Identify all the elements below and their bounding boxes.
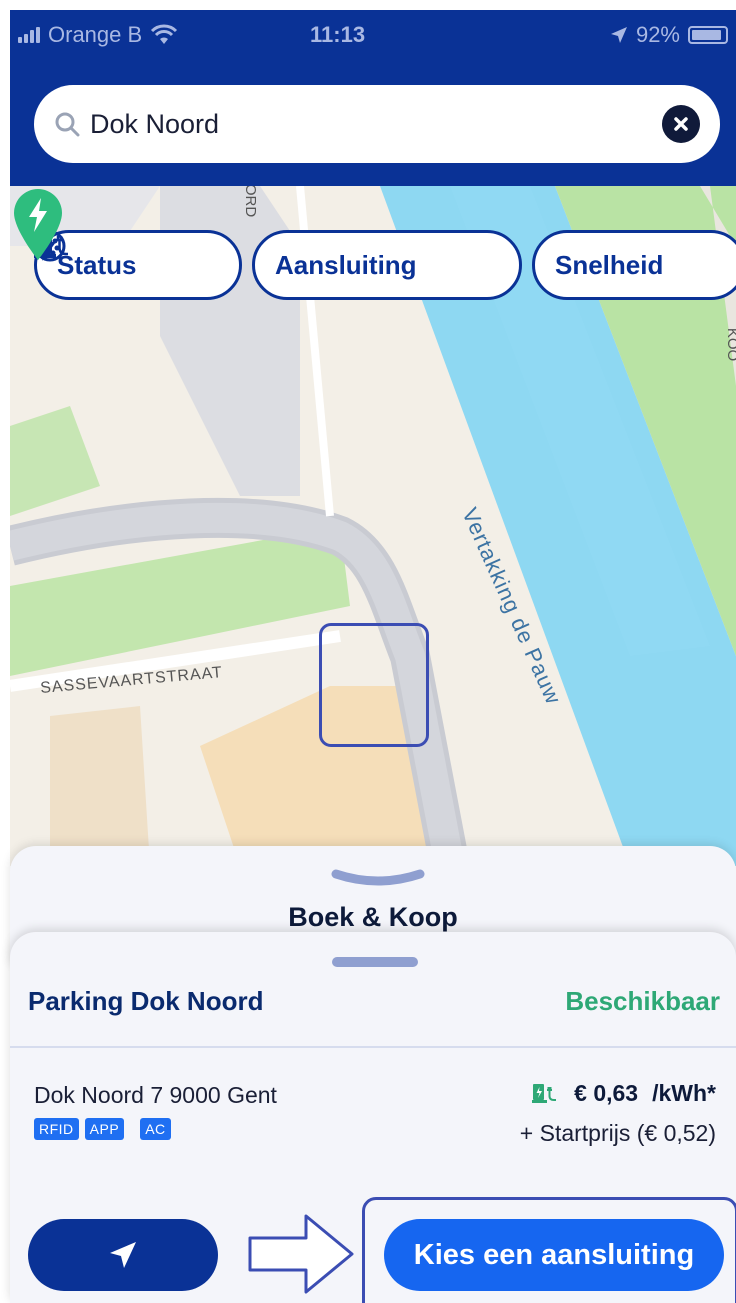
status-bar-right: 92% bbox=[610, 22, 728, 48]
map-view[interactable]: Vertakking de Pauw SASSEVAARTSTRAAT ORD … bbox=[10, 186, 736, 866]
arrow-right-icon bbox=[248, 1214, 354, 1294]
charger-price-icon bbox=[532, 1083, 557, 1103]
battery-icon bbox=[688, 26, 728, 44]
filter-chip-snelheid[interactable]: Snelheid bbox=[36, 230, 736, 300]
marker-highlight-box bbox=[319, 623, 429, 747]
station-address: Dok Noord 7 9000 Gent bbox=[34, 1082, 277, 1108]
filter-chip-label: Aansluiting bbox=[275, 249, 417, 280]
wifi-icon bbox=[151, 24, 178, 44]
navigation-arrow-icon bbox=[110, 1242, 136, 1268]
app-header: Orange B 11:13 92% bbox=[10, 10, 736, 186]
sheet-drag-handle[interactable] bbox=[332, 957, 418, 967]
station-detail-sheet: Parking Dok Noord Beschikbaar Dok Noord … bbox=[10, 932, 736, 1303]
charging-station-marker-icon[interactable] bbox=[10, 186, 66, 262]
search-input[interactable] bbox=[90, 108, 662, 140]
availability-status: Beschikbaar bbox=[565, 986, 720, 1016]
booking-sheet-title: Boek & Koop bbox=[288, 902, 458, 932]
navigate-button[interactable] bbox=[28, 1219, 218, 1291]
search-bar[interactable] bbox=[34, 85, 720, 163]
choose-connector-button[interactable]: Kies een aansluiting bbox=[384, 1219, 724, 1291]
close-icon bbox=[674, 117, 688, 131]
status-bar: Orange B 11:13 92% bbox=[10, 10, 736, 56]
status-bar-left: Orange B bbox=[18, 22, 178, 48]
battery-percentage: 92% bbox=[635, 22, 680, 47]
price-unit: /kWh* bbox=[652, 1080, 716, 1106]
price-value: € 0,63 bbox=[574, 1080, 639, 1106]
street-label-partial-right: KOO bbox=[724, 327, 736, 362]
tag-rfid: RFID bbox=[34, 1118, 79, 1140]
clear-search-button[interactable] bbox=[662, 105, 700, 143]
tag-app: APP bbox=[84, 1118, 125, 1140]
clock: 11:13 bbox=[310, 22, 366, 47]
start-price: + Startprijs (€ 0,52) bbox=[519, 1120, 716, 1146]
search-icon bbox=[55, 112, 80, 137]
access-tags: RFID APP AC bbox=[34, 1118, 171, 1140]
station-name: Parking Dok Noord bbox=[28, 986, 264, 1016]
price-line: € 0,63 /kWh* bbox=[532, 1080, 716, 1107]
filter-chip-label: Snelheid bbox=[555, 249, 664, 280]
filter-chip-aansluiting[interactable]: Aansluiting bbox=[34, 230, 522, 300]
street-label-partial-top: ORD bbox=[242, 186, 260, 218]
location-arrow-icon bbox=[610, 27, 627, 43]
sheet-handle-chevron[interactable] bbox=[330, 866, 426, 888]
divider bbox=[10, 1046, 736, 1048]
signal-icon bbox=[18, 27, 40, 43]
carrier-name: Orange B bbox=[48, 22, 143, 47]
filter-chips: Status Aansluiting Snelheid bbox=[34, 230, 736, 300]
tag-ac: AC bbox=[140, 1118, 171, 1140]
